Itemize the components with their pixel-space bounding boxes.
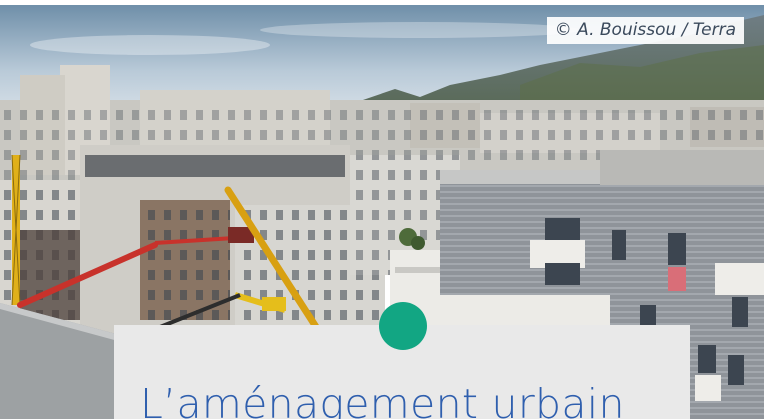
hero-frame: © A. Bouissou / Terra L’aménagement urba… [0, 0, 764, 419]
crane-mast [11, 154, 21, 306]
section-title: L’aménagement urbain [140, 380, 625, 419]
photo-credit: © A. Bouissou / Terra [546, 17, 744, 44]
accent-dot [379, 302, 427, 350]
